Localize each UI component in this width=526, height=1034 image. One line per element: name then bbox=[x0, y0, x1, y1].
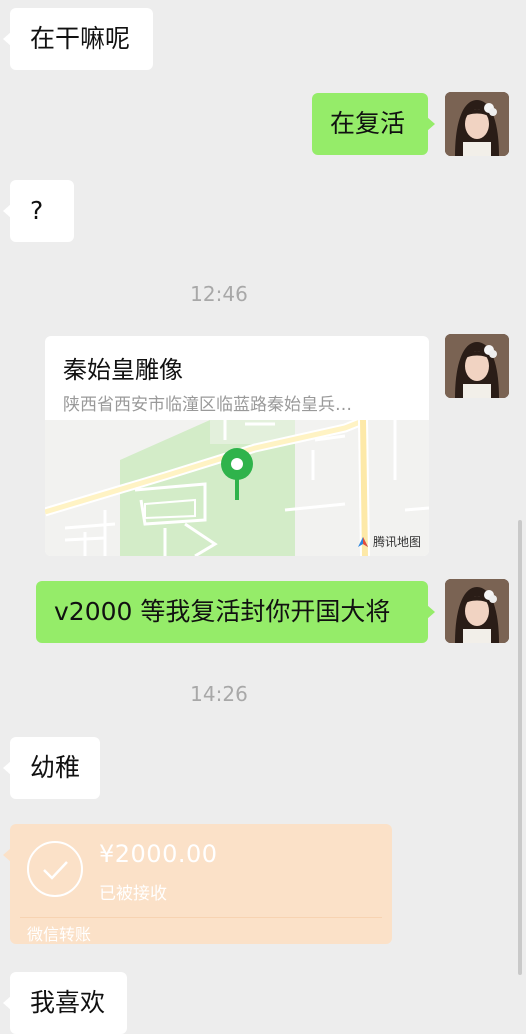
transfer-card[interactable]: ¥2000.00 已被接收 微信转账 bbox=[3, 824, 392, 944]
timestamp: 12:46 bbox=[190, 282, 248, 306]
message-bubble-incoming[interactable]: 在干嘛呢 bbox=[3, 8, 153, 70]
message-text: v2000 等我复活封你开国大将 bbox=[54, 597, 391, 626]
tencent-map-logo-icon bbox=[357, 536, 368, 547]
message-bubble-incoming[interactable]: 我喜欢 bbox=[3, 972, 127, 1034]
scrollbar[interactable] bbox=[518, 520, 522, 975]
check-circle-icon bbox=[27, 841, 83, 897]
message-text: ? bbox=[30, 196, 44, 225]
map-brand-text: 腾讯地图 bbox=[372, 535, 421, 549]
divider bbox=[20, 917, 382, 918]
message-bubble-incoming[interactable]: ? bbox=[3, 180, 74, 242]
location-title: 秦始皇雕像 bbox=[63, 356, 183, 384]
location-map-preview: 腾讯地图 bbox=[45, 415, 429, 556]
message-bubble-outgoing[interactable]: 在复活 bbox=[312, 93, 435, 155]
avatar[interactable] bbox=[445, 92, 509, 156]
timestamp: 14:26 bbox=[190, 682, 248, 706]
message-text: 在复活 bbox=[330, 109, 406, 138]
location-message-card[interactable]: 秦始皇雕像 陕西省西安市临潼区临蓝路秦始皇兵… 腾讯地图 bbox=[45, 336, 429, 556]
message-bubble-incoming[interactable]: 幼稚 bbox=[3, 737, 100, 799]
transfer-amount: ¥2000.00 bbox=[99, 840, 218, 868]
message-text: 幼稚 bbox=[30, 753, 81, 782]
transfer-label: 微信转账 bbox=[27, 925, 92, 944]
message-text: 我喜欢 bbox=[30, 988, 106, 1017]
transfer-status: 已被接收 bbox=[99, 884, 167, 904]
avatar[interactable] bbox=[445, 334, 509, 398]
message-text: 在干嘛呢 bbox=[30, 24, 131, 53]
map-brand: 腾讯地图 bbox=[356, 533, 421, 550]
location-address: 陕西省西安市临潼区临蓝路秦始皇兵… bbox=[63, 395, 352, 415]
message-bubble-outgoing[interactable]: v2000 等我复活封你开国大将 bbox=[36, 581, 435, 643]
avatar[interactable] bbox=[445, 579, 509, 643]
